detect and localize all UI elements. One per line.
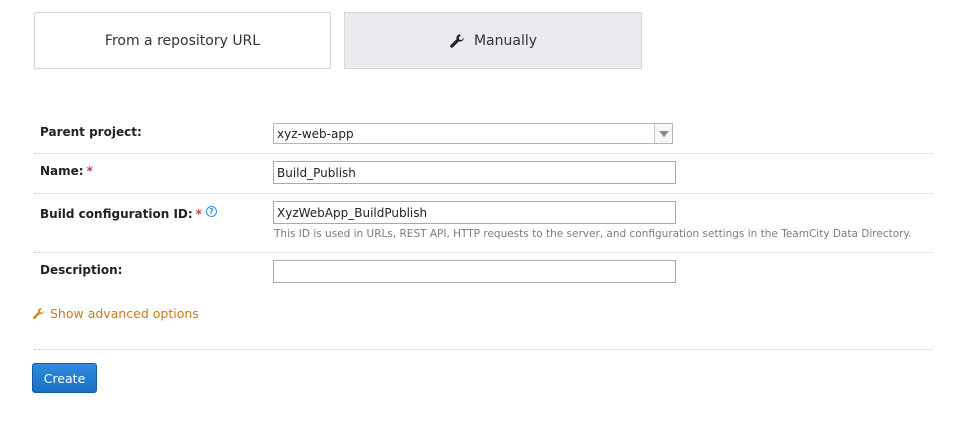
name-label-text: Name: (40, 164, 84, 178)
help-icon[interactable]: ? (205, 206, 217, 217)
parent-project-label: Parent project: (40, 125, 142, 139)
parent-project-value: xyz-web-app (277, 127, 354, 141)
required-mark: * (195, 207, 202, 221)
parent-project-select[interactable]: xyz-web-app (273, 123, 673, 144)
create-button[interactable]: Create (32, 363, 97, 393)
parent-project-row: Parent project: xyz-web-app (34, 117, 932, 154)
build-config-id-hint: This ID is used in URLs, REST API, HTTP … (274, 228, 912, 240)
description-label: Description: (40, 263, 123, 277)
build-config-id-label: Build configuration ID: *? (40, 206, 217, 221)
required-mark: * (86, 164, 93, 178)
description-input[interactable] (273, 260, 676, 283)
show-advanced-options-label: Show advanced options (50, 306, 199, 321)
name-row: Name: * Build_Publish (34, 153, 932, 194)
build-config-id-input[interactable]: XyzWebApp_BuildPublish (273, 201, 676, 224)
tab-label: Manually (473, 32, 538, 49)
tab-from-repository-url[interactable]: From a repository URL (34, 12, 331, 69)
show-advanced-options-link[interactable]: Show advanced options (32, 306, 199, 321)
divider (34, 349, 932, 350)
dropdown-arrow[interactable] (654, 124, 672, 143)
tab-manually[interactable]: Manually (344, 12, 642, 69)
name-label: Name: * (40, 164, 93, 178)
build-config-id-row: Build configuration ID: *? XyzWebApp_Buil… (34, 193, 932, 253)
wrench-icon (450, 33, 464, 48)
name-input[interactable]: Build_Publish (273, 161, 676, 184)
tab-label: From a repository URL (104, 32, 261, 49)
wrench-icon (32, 307, 45, 320)
chevron-down-icon (659, 131, 669, 137)
create-build-configuration-page: From a repository URL Manually Parent pr… (0, 0, 972, 423)
build-config-id-label-text: Build configuration ID: (40, 207, 193, 221)
description-row: Description: (34, 252, 932, 288)
